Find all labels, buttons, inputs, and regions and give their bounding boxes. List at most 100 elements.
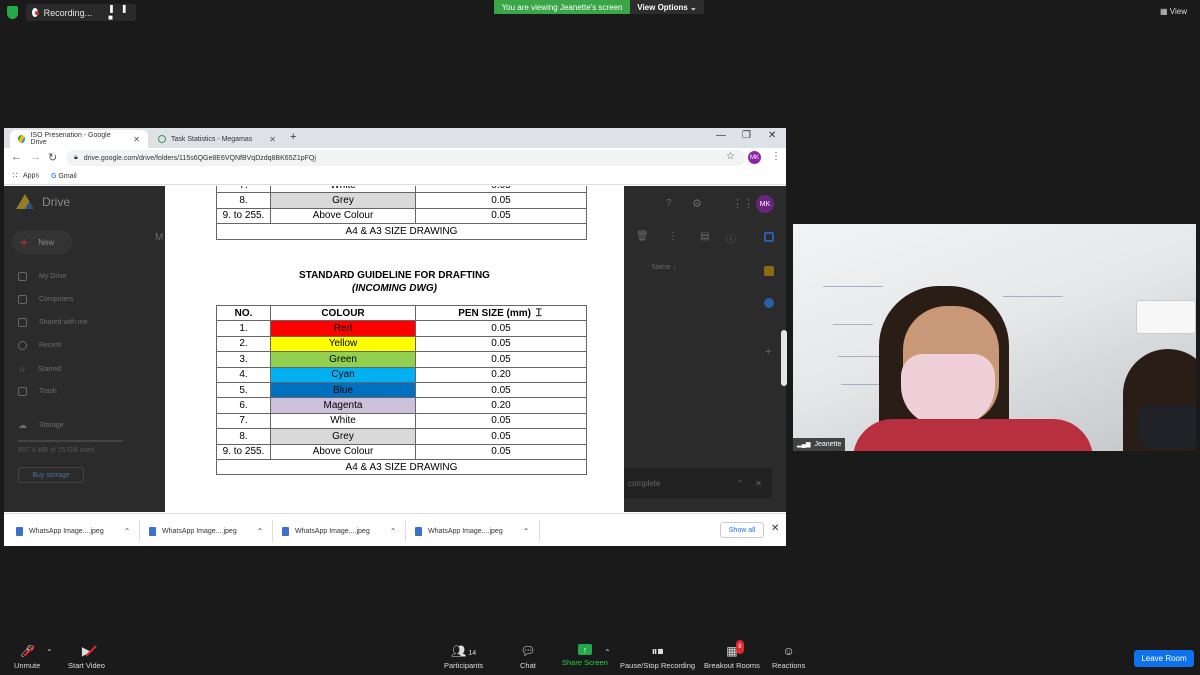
sidebar-item-my-drive[interactable]: My Drive <box>18 272 67 281</box>
row-pen-size: 0.05 <box>415 428 587 445</box>
add-addon-icon[interactable]: + <box>765 346 771 358</box>
reactions-button[interactable]: ☺︎ Reactions <box>772 644 805 670</box>
recording-dot-icon <box>32 8 39 17</box>
sidebar-item-computers[interactable]: Computers <box>18 295 73 304</box>
restore-icon[interactable]: ❐ <box>742 130 751 141</box>
pause-stop-recording-button[interactable]: ⏸︎⏹︎ Pause/Stop Recording <box>620 644 695 670</box>
split-handle[interactable] <box>781 330 787 386</box>
view-button[interactable]: ▦ View <box>1160 7 1187 16</box>
bookmark-apps[interactable]: Apps <box>12 172 39 180</box>
forward-arrow-icon[interactable]: → <box>30 151 41 163</box>
profile-avatar[interactable]: MK <box>748 151 761 164</box>
share-options-chevron-icon[interactable]: ⌃ <box>604 648 611 657</box>
tab-title: ISO Presenation - Google Drive <box>30 132 111 146</box>
trash-action-icon[interactable]: 🗑︎ <box>636 231 649 242</box>
recording-indicator[interactable]: Recording... ❚❚ ■ <box>26 4 136 22</box>
audio-options-chevron-icon[interactable]: ⌃ <box>46 648 53 657</box>
download-item[interactable]: WhatsApp Image....jpeg ⌃ <box>282 523 396 539</box>
participants-button[interactable]: 👥︎ 14 Participants <box>444 644 483 670</box>
sidebar-item-storage[interactable]: ☁︎ Storage <box>18 420 64 431</box>
row-pen-size: 0.05 <box>415 192 587 209</box>
pause-recording-label: Pause/Stop Recording <box>620 661 696 670</box>
tasks-side-icon[interactable] <box>764 298 774 308</box>
chevron-up-icon[interactable]: ⌃ <box>124 527 131 536</box>
drive-icon <box>18 272 27 281</box>
close-icon[interactable]: ✕ <box>133 135 140 144</box>
breakout-badge: 8 <box>736 640 744 654</box>
minimize-icon[interactable]: — <box>716 130 726 141</box>
table-row: 4. Cyan 0.20 <box>216 366 587 383</box>
security-shield-icon[interactable] <box>7 6 18 19</box>
url-text: drive.google.com/drive/folders/115s6QGe8… <box>83 154 316 162</box>
help-icon[interactable]: ? <box>666 198 672 209</box>
tab-strip: ISO Presenation - Google Drive ✕ Task St… <box>4 128 786 148</box>
more-action-icon[interactable]: ⋮ <box>668 231 678 242</box>
buy-storage-button[interactable]: Buy storage <box>18 467 84 483</box>
download-name: WhatsApp Image....jpeg <box>428 527 503 535</box>
view-options-button[interactable]: View Options ⌄ <box>630 0 704 14</box>
second-person-mask <box>1138 404 1196 449</box>
sidebar-item-trash[interactable]: Trash <box>18 387 57 396</box>
row-colour: Grey <box>270 428 416 445</box>
tab-title: Task Statistics - Megamas <box>171 135 253 143</box>
sidebar-item-starred[interactable]: ☆ Starred <box>18 364 61 375</box>
chevron-up-icon[interactable]: ⌃ <box>523 527 530 536</box>
row-pen-size: 0.05 <box>415 351 587 368</box>
table-footer: A4 & A3 SIZE DRAWING <box>216 223 587 240</box>
tab-task-statistics[interactable]: Task Statistics - Megamas ✕ <box>150 130 284 148</box>
downloads-close-icon[interactable]: ✕ <box>771 523 779 534</box>
row-colour: Magenta <box>270 397 416 414</box>
whiteboard-writing <box>841 384 881 385</box>
back-arrow-icon[interactable]: ← <box>11 151 22 163</box>
share-screen-button[interactable]: ↑ Share Screen <box>562 644 608 667</box>
drive-profile-avatar[interactable]: MK <box>756 195 774 213</box>
name-column-header[interactable]: Name ↓ <box>652 264 676 271</box>
show-all-button[interactable]: Show all <box>720 522 764 538</box>
table-row: 2. Yellow 0.05 <box>216 335 587 353</box>
sidebar-label: Shared with me <box>39 319 88 326</box>
download-item[interactable]: WhatsApp Image....jpeg ⌃ <box>16 523 130 539</box>
breakout-rooms-button[interactable]: ▦ 8 Breakout Rooms <box>704 640 760 670</box>
tab-iso-presentation[interactable]: ISO Presenation - Google Drive ✕ <box>10 130 148 148</box>
download-item[interactable]: WhatsApp Image....jpeg ⌃ <box>149 523 263 539</box>
toast-close-icon[interactable]: ✕ <box>755 479 762 488</box>
sidebar-item-recent[interactable]: Recent <box>18 341 61 350</box>
chevron-up-icon[interactable]: ⌃ <box>737 479 744 488</box>
sidebar-item-shared[interactable]: Shared with me <box>18 318 88 327</box>
download-item[interactable]: WhatsApp Image....jpeg ⌃ <box>415 523 529 539</box>
participant-video-tile[interactable]: ▂▄▆ Jeanette <box>793 224 1196 451</box>
reactions-smiley-icon: ☺︎ <box>782 644 795 658</box>
url-field[interactable]: 🔒︎ drive.google.com/drive/folders/115s6Q… <box>66 150 746 166</box>
recording-label: Recording... <box>43 7 93 18</box>
star-icon[interactable]: ☆ <box>726 151 735 162</box>
chevron-up-icon[interactable]: ⌃ <box>257 527 264 536</box>
chevron-up-icon[interactable]: ⌃ <box>390 527 397 536</box>
face-mask <box>901 354 995 426</box>
leave-room-button[interactable]: Leave Room <box>1134 650 1194 667</box>
close-icon[interactable]: ✕ <box>269 135 276 144</box>
row-no: 8. <box>216 428 271 445</box>
chat-button[interactable]: 💬︎ Chat <box>520 644 536 670</box>
new-tab-button[interactable]: + <box>290 131 296 143</box>
new-button[interactable]: + New <box>12 230 72 254</box>
settings-gear-icon[interactable]: ⚙︎ <box>692 197 702 210</box>
start-video-button[interactable]: ▶︎ Start Video <box>68 644 105 670</box>
keep-side-icon[interactable] <box>764 266 774 276</box>
toast-text: complete <box>628 478 661 488</box>
sidebar-label: Storage <box>39 422 64 429</box>
info-icon[interactable]: ⓘ <box>726 231 736 246</box>
bookmark-label: Apps <box>23 172 39 180</box>
window-close-icon[interactable]: ✕ <box>768 130 776 141</box>
calendar-side-icon[interactable] <box>764 232 774 242</box>
grid-view-icon[interactable]: ▤ <box>700 231 709 242</box>
recording-controls[interactable]: ❚❚ ■ <box>108 4 136 22</box>
apps-launcher-icon[interactable]: ⋮⋮ <box>732 197 754 210</box>
reload-icon[interactable]: ↻ <box>48 151 57 164</box>
bookmark-gmail[interactable]: G Gmail <box>51 173 77 180</box>
row-colour: Blue <box>270 381 416 399</box>
kebab-menu-icon[interactable]: ⋮ <box>771 151 781 162</box>
colour-pen-table: NO. COLOUR PEN SIZE (mm) Ｉ 1. Red 0.05 2. Ye… <box>216 304 587 476</box>
unmute-button[interactable]: 🎤︎ Unmute <box>14 644 40 670</box>
new-label: New <box>38 237 55 247</box>
table-row: 3. Green 0.05 <box>216 351 587 368</box>
